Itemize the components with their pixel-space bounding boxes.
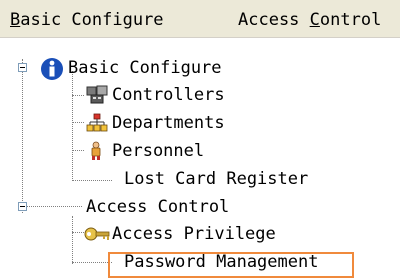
controllers-icon	[86, 85, 108, 104]
menu-bar: Basic Configure Access Control	[0, 0, 400, 38]
tree-node-label: Lost Card Register	[124, 169, 309, 189]
tree-node-controllers[interactable]: Controllers	[0, 83, 400, 107]
tree-node-label: Personnel	[112, 141, 205, 161]
key-icon	[84, 227, 110, 241]
tree-node-label: Access Privilege	[112, 224, 276, 244]
tree-node-basic-configure[interactable]: Basic Configure	[0, 56, 400, 80]
tree-view: Basic Configure Controllers Departments	[0, 38, 400, 275]
person-icon	[91, 141, 101, 160]
tree-node-label: Access Control	[86, 197, 230, 217]
collapse-toggle[interactable]	[18, 202, 27, 211]
selection-highlight	[108, 252, 354, 278]
menu-basic-configure[interactable]: Basic Configure	[8, 9, 166, 31]
tree-node-label: Controllers	[112, 85, 225, 105]
tree-node-label: Basic Configure	[68, 58, 222, 78]
tree-node-personnel[interactable]: Personnel	[0, 139, 400, 163]
tree-node-access-privilege[interactable]: Access Privilege	[0, 222, 400, 246]
departments-icon	[86, 113, 108, 132]
tree-node-label: Departments	[112, 113, 225, 133]
tree-node-departments[interactable]: Departments	[0, 111, 400, 135]
tree-node-access-control[interactable]: Access Control	[0, 195, 400, 219]
menu-access-control[interactable]: Access Control	[236, 9, 383, 31]
collapse-toggle[interactable]	[18, 63, 27, 72]
tree-node-lost-card-register[interactable]: Lost Card Register	[0, 167, 400, 191]
info-icon	[41, 58, 63, 80]
